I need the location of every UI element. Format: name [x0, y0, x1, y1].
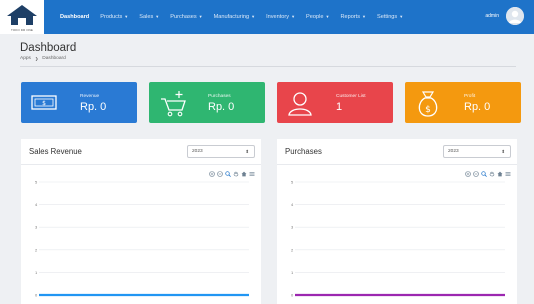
purchases-card: Purchases Rp. 0 [149, 82, 265, 123]
user-avatar-icon [506, 7, 524, 25]
nav-reports[interactable]: Reports ▼ [340, 14, 366, 20]
purchases-chart: 5 4 3 2 1 0 [291, 180, 505, 298]
banknote-icon: $ [31, 90, 57, 119]
revenue-card: $ Revenue Rp. 0 [21, 82, 137, 123]
cart-add-icon [159, 90, 189, 123]
y-tick-label: 3 [35, 225, 38, 230]
y-tick-label: 3 [291, 225, 294, 230]
sales-revenue-panel: Sales Revenue 2023 ⬍ 5 4 3 2 1 0 [21, 139, 261, 304]
chart-toolbar [207, 171, 255, 177]
menu-hamburger-icon[interactable] [249, 171, 255, 177]
zoom-in-icon[interactable] [209, 171, 215, 177]
reset-home-icon[interactable] [497, 171, 503, 177]
zoom-in-icon[interactable] [465, 171, 471, 177]
nav-inventory[interactable]: Inventory ▼ [266, 14, 295, 20]
customer-list-label: Customer List [336, 94, 366, 99]
avatar[interactable] [506, 7, 524, 25]
zoom-out-icon[interactable] [473, 171, 479, 177]
chart-toolbar [463, 171, 511, 177]
revenue-value: Rp. 0 [80, 101, 107, 113]
house-logo-icon [7, 5, 37, 25]
breadcrumb: Apps ❯ Dashboard [20, 56, 66, 61]
chevron-down-icon: ▼ [325, 14, 330, 19]
purchases-title: Purchases [285, 147, 322, 156]
y-tick-label: 0 [35, 293, 38, 298]
reset-home-icon[interactable] [241, 171, 247, 177]
chevron-down-icon: ▼ [198, 14, 203, 19]
chevron-down-icon: ▼ [155, 14, 160, 19]
breadcrumb-apps[interactable]: Apps [20, 56, 31, 61]
y-tick-label: 5 [35, 180, 38, 185]
purchases-value: Rp. 0 [208, 101, 235, 113]
y-tick-label: 1 [35, 270, 38, 275]
nav-settings[interactable]: Settings ▼ [377, 14, 403, 20]
select-arrow-icon: ⬍ [245, 149, 249, 154]
sales-revenue-chart: 5 4 3 2 1 0 [35, 180, 249, 298]
money-bag-icon: $ [415, 90, 441, 123]
user-menu[interactable]: admin [485, 7, 524, 25]
sales-year-value: 2023 [192, 149, 203, 154]
svg-text:$: $ [42, 100, 46, 107]
zoom-out-icon[interactable] [217, 171, 223, 177]
main-nav: Dashboard Products ▼ Sales ▼ Purchases ▼ Ma… [60, 0, 414, 34]
nav-products[interactable]: Products ▼ [100, 14, 128, 20]
y-tick-label: 1 [291, 270, 294, 275]
chevron-down-icon: ▼ [399, 14, 404, 19]
chevron-down-icon: ▼ [291, 14, 296, 19]
nav-manufacturing[interactable]: Manufacturing ▼ [214, 14, 255, 20]
purchases-year-value: 2023 [448, 149, 459, 154]
breadcrumb-dashboard: Dashboard [42, 56, 66, 61]
y-tick-label: 0 [291, 293, 294, 298]
chevron-down-icon: ▼ [124, 14, 129, 19]
customer-icon [287, 90, 313, 121]
customer-list-value: 1 [336, 101, 343, 113]
magnifier-icon[interactable] [481, 171, 487, 177]
pan-hand-icon[interactable] [233, 171, 239, 177]
user-name: admin [485, 13, 499, 19]
profit-label: Profit [464, 94, 476, 99]
purchases-header: Purchases 2023 ⬍ [277, 139, 517, 165]
sales-revenue-title: Sales Revenue [29, 147, 82, 156]
profit-card: $ Profit Rp. 0 [405, 82, 521, 123]
header-divider [20, 66, 516, 67]
purchases-panel: Purchases 2023 ⬍ 5 4 3 2 1 0 [277, 139, 517, 304]
customer-list-card: Customer List 1 [277, 82, 393, 123]
chevron-down-icon: ▼ [251, 14, 256, 19]
page-title: Dashboard [20, 42, 77, 54]
y-tick-label: 2 [35, 247, 38, 252]
revenue-label: Revenue [80, 94, 100, 99]
chevron-down-icon: ▼ [362, 14, 366, 19]
nav-purchases[interactable]: Purchases ▼ [170, 14, 202, 20]
nav-dashboard[interactable]: Dashboard [60, 14, 89, 20]
nav-people[interactable]: People ▼ [306, 14, 329, 20]
svg-text:$: $ [425, 105, 431, 115]
top-navbar: TOKO DR ONE Dashboard Products ▼ Sales ▼ P… [0, 0, 534, 34]
app-logo[interactable]: TOKO DR ONE [0, 0, 44, 34]
breadcrumb-separator-icon: ❯ [34, 56, 39, 61]
profit-value: Rp. 0 [464, 101, 491, 113]
y-tick-label: 2 [291, 247, 294, 252]
y-tick-label: 5 [291, 180, 294, 185]
y-tick-label: 4 [35, 202, 38, 207]
purchases-label: Purchases [208, 94, 231, 99]
menu-hamburger-icon[interactable] [505, 171, 511, 177]
logo-caption: TOKO DR ONE [10, 28, 34, 32]
sales-year-select[interactable]: 2023 ⬍ [187, 145, 255, 158]
select-arrow-icon: ⬍ [501, 149, 505, 154]
nav-sales[interactable]: Sales ▼ [139, 14, 159, 20]
sales-revenue-header: Sales Revenue 2023 ⬍ [21, 139, 261, 165]
y-tick-label: 4 [291, 202, 294, 207]
pan-hand-icon[interactable] [489, 171, 495, 177]
magnifier-icon[interactable] [225, 171, 231, 177]
purchases-year-select[interactable]: 2023 ⬍ [443, 145, 511, 158]
